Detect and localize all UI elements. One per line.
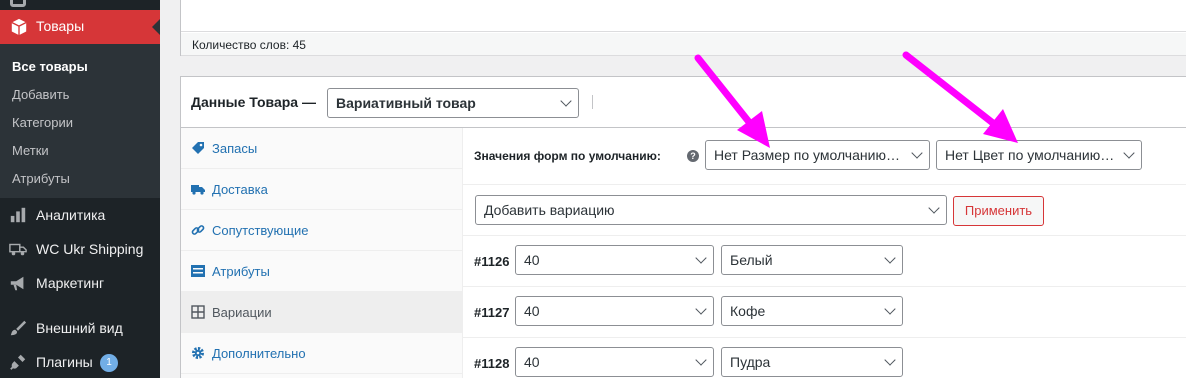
tab-label: Сопутствующие — [212, 223, 309, 238]
chevron-down-icon — [695, 354, 707, 366]
add-variation-value: Добавить вариацию — [484, 202, 615, 218]
tab-inventory[interactable]: Запасы — [181, 128, 463, 169]
menu-label: Плагины — [36, 354, 93, 370]
product-data-header: Данные Товара — Вариативный товар — [181, 77, 1186, 128]
menu-item-plugins[interactable]: Плагины 1 — [0, 347, 160, 377]
variation-row[interactable]: #1126 40 Белый — [463, 236, 1186, 287]
tab-label: Дополнительно — [212, 346, 306, 361]
variations-panel: Значения форм по умолчанию: ? Нет Размер… — [463, 128, 1186, 378]
variation-size-value: 40 — [524, 303, 540, 319]
product-data-tabs: Запасы Доставка Сопутствующие Атрибуты В… — [181, 128, 463, 378]
variation-size-select[interactable]: 40 — [515, 347, 714, 377]
add-variation-row: Добавить вариацию Применить — [463, 185, 1186, 236]
chevron-down-icon — [695, 252, 707, 264]
update-count-badge: 1 — [100, 354, 118, 372]
default-form-values-row: Значения форм по умолчанию: ? Нет Размер… — [463, 128, 1186, 185]
tag-icon — [192, 142, 204, 154]
word-count: Количество слов: 45 — [192, 38, 306, 52]
variation-row[interactable]: #1127 40 Кофе — [463, 287, 1186, 338]
bar-chart-icon — [10, 207, 26, 223]
variation-color-value: Белый — [730, 252, 773, 268]
megaphone-icon — [10, 276, 24, 291]
chevron-down-icon — [884, 252, 896, 264]
variation-size-value: 40 — [524, 252, 540, 268]
variation-color-select[interactable]: Пудра — [721, 347, 903, 377]
product-type-value: Вариативный товар — [336, 95, 476, 111]
tab-label: Запасы — [212, 141, 258, 156]
tab-variations[interactable]: Вариации — [181, 292, 463, 333]
menu-item-analytics[interactable]: Аналитика — [0, 200, 160, 230]
menu-item-products[interactable]: Товары — [0, 10, 160, 44]
submenu-add-new[interactable]: Добавить — [12, 87, 69, 102]
menu-label: Маркетинг — [36, 275, 105, 291]
truck-icon — [191, 185, 205, 195]
variation-size-value: 40 — [524, 354, 540, 370]
chevron-down-icon — [560, 95, 572, 107]
default-size-value: Нет Размер по умолчанию… — [714, 147, 900, 163]
apply-button[interactable]: Применить — [953, 196, 1044, 226]
tab-linked-products[interactable]: Сопутствующие — [181, 210, 463, 251]
product-data-metabox: Данные Товара — Вариативный товар Запасы… — [180, 76, 1186, 378]
content-editor: Количество слов: 45 — [180, 0, 1186, 56]
admin-sidebar: Товары Все товары Добавить Категории Мет… — [0, 0, 160, 378]
chevron-down-icon — [1123, 147, 1135, 159]
product-data-title: Данные Товара — — [191, 94, 316, 110]
variation-id: #1127 — [474, 305, 510, 320]
list-icon — [191, 265, 205, 277]
editor-text-area[interactable] — [181, 0, 1186, 32]
default-form-values-label: Значения форм по умолчанию: — [474, 149, 661, 163]
variation-color-value: Пудра — [730, 354, 771, 370]
menu-item-wc-ukr-shipping[interactable]: WC Ukr Shipping — [0, 234, 160, 264]
submenu-all-products[interactable]: Все товары — [12, 59, 88, 74]
box-icon — [11, 18, 27, 36]
tab-shipping[interactable]: Доставка — [181, 169, 463, 210]
variation-size-select[interactable]: 40 — [515, 245, 714, 275]
shipping-icon — [9, 243, 27, 256]
tab-label: Вариации — [212, 305, 272, 320]
chevron-down-icon — [695, 303, 707, 315]
menu-icon — [10, 0, 26, 7]
chevron-down-icon — [928, 202, 940, 214]
link-icon — [191, 225, 205, 235]
products-submenu: Все товары Добавить Категории Метки Атри… — [0, 44, 160, 198]
menu-item-partial[interactable] — [0, 0, 160, 8]
tab-label: Атрибуты — [212, 264, 270, 279]
submenu-categories[interactable]: Категории — [12, 115, 73, 130]
brush-icon — [10, 320, 27, 336]
variation-color-select[interactable]: Кофе — [721, 296, 903, 326]
menu-item-appearance[interactable]: Внешний вид — [0, 313, 160, 343]
tab-advanced[interactable]: Дополнительно — [181, 333, 463, 374]
menu-label: Аналитика — [36, 207, 106, 223]
default-color-select[interactable]: Нет Цвет по умолчанию… — [936, 140, 1142, 170]
divider — [592, 95, 593, 109]
menu-label: WC Ukr Shipping — [36, 241, 144, 257]
chevron-down-icon — [911, 147, 923, 159]
chevron-down-icon — [884, 354, 896, 366]
gear-icon — [192, 347, 204, 359]
active-indicator — [152, 19, 160, 35]
plugin-icon — [10, 354, 26, 370]
submenu-attributes[interactable]: Атрибуты — [12, 171, 70, 186]
variation-id: #1128 — [474, 356, 510, 371]
grid-icon — [191, 305, 205, 319]
submenu-tags[interactable]: Метки — [12, 143, 49, 158]
variation-color-value: Кофе — [730, 303, 766, 319]
tab-attributes[interactable]: Атрибуты — [181, 251, 463, 292]
add-variation-select[interactable]: Добавить вариацию — [475, 195, 947, 225]
help-icon[interactable]: ? — [687, 150, 699, 162]
variation-row[interactable]: #1128 40 Пудра — [463, 338, 1186, 378]
menu-item-marketing[interactable]: Маркетинг — [0, 268, 160, 298]
variation-color-select[interactable]: Белый — [721, 245, 903, 275]
default-size-select[interactable]: Нет Размер по умолчанию… — [705, 140, 930, 170]
variation-id: #1126 — [474, 254, 510, 269]
editor-status-bar: Количество слов: 45 — [181, 33, 1186, 56]
variation-size-select[interactable]: 40 — [515, 296, 714, 326]
product-type-select[interactable]: Вариативный товар — [327, 88, 579, 118]
default-color-value: Нет Цвет по умолчанию… — [945, 147, 1115, 163]
menu-label: Товары — [36, 18, 85, 34]
chevron-down-icon — [884, 303, 896, 315]
menu-label: Внешний вид — [36, 320, 123, 336]
tab-label: Доставка — [212, 182, 268, 197]
